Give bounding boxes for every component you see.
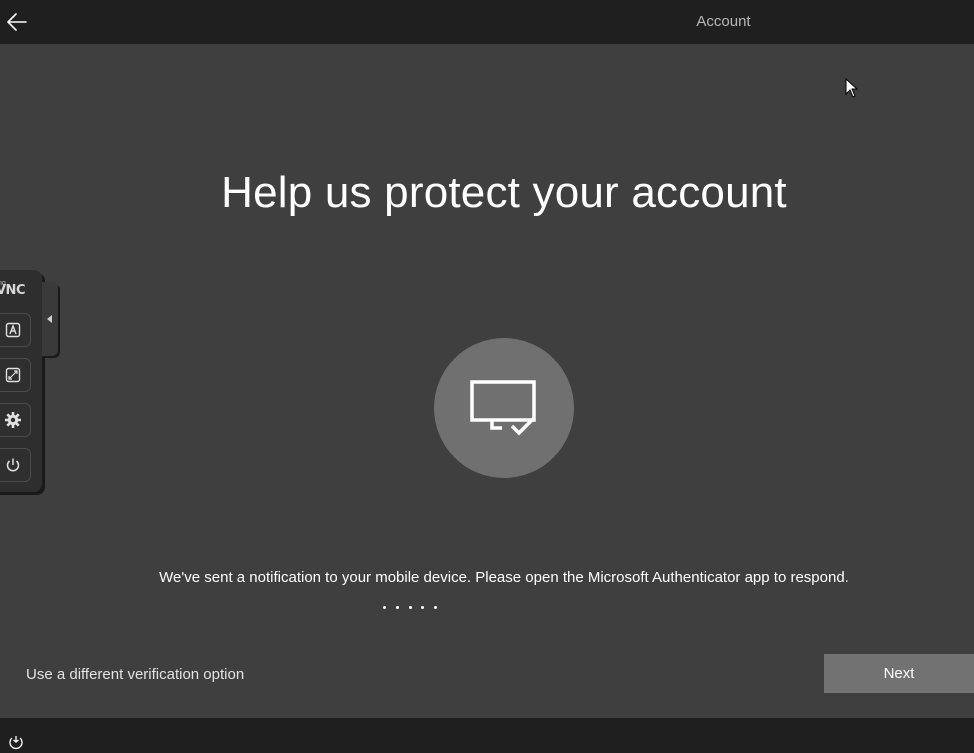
next-button[interactable]: Next [824, 654, 974, 693]
illustration-circle [434, 338, 574, 478]
progress-dots [383, 606, 437, 612]
vnc-fullscreen-button[interactable] [0, 358, 31, 392]
accessibility-button[interactable] [6, 734, 26, 752]
ease-of-access-icon [9, 736, 23, 750]
progress-dot [408, 606, 412, 609]
main-content: Help us protect your account We've sent … [0, 44, 974, 718]
notification-message: We've sent a notification to your mobile… [159, 569, 849, 586]
back-button[interactable] [4, 6, 30, 38]
fullscreen-icon [5, 367, 20, 383]
keyboard-icon [5, 322, 20, 338]
progress-dot [434, 606, 437, 609]
vnc-settings-button[interactable] [0, 403, 31, 437]
progress-dot [395, 606, 399, 609]
vnc-toolbar-handle[interactable] [42, 282, 58, 356]
tab-account[interactable]: Account [626, 0, 821, 46]
progress-dot [383, 606, 386, 609]
collapse-arrow-icon [47, 315, 52, 323]
arrow-left-icon [7, 13, 27, 31]
power-icon [6, 458, 19, 472]
vnc-keyboard-button[interactable] [0, 313, 31, 347]
different-verification-link[interactable]: Use a different verification option [26, 666, 244, 683]
vnc-power-button[interactable] [0, 448, 31, 482]
progress-dot [421, 606, 425, 609]
bottom-bar [0, 718, 974, 753]
settings-icon [4, 412, 21, 428]
monitor-check-icon [470, 380, 536, 436]
tab-account-label: Account [696, 13, 751, 30]
mouse-cursor-icon [845, 78, 859, 98]
page-title: Help us protect your account [221, 168, 787, 217]
vnc-logo: VNC [0, 283, 25, 298]
top-bar: Account [0, 0, 974, 46]
